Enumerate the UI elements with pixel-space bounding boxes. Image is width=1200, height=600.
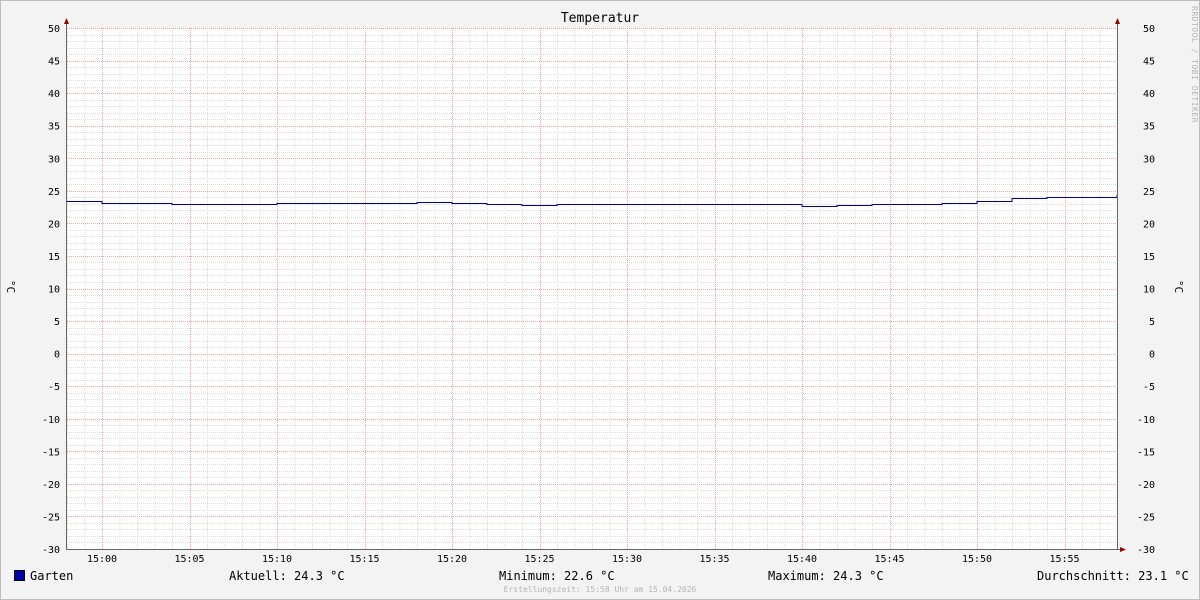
legend-swatch-garten [14, 570, 25, 581]
x-tick-label: 15:35 [699, 554, 729, 565]
y-tick-label-right: -30 [1137, 545, 1155, 556]
y-tick-label-left: -25 [42, 512, 60, 523]
y-axis-label-right: °C [1172, 279, 1186, 294]
legend-average: Durchschnitt: 23.1 °C [1037, 569, 1189, 583]
y-tick-label-right: -5 [1143, 382, 1155, 393]
y-tick-label-left: -30 [42, 545, 60, 556]
legend-series-name: Garten [30, 569, 74, 583]
x-tick-label: 15:05 [174, 554, 204, 565]
series-point [451, 202, 453, 205]
y-tick-label-right: 25 [1143, 187, 1155, 198]
chart-canvas: 50454035302520151050-5-10-15-20-25-30 50… [42, 18, 1155, 565]
series-point [1046, 196, 1048, 199]
series-point [171, 203, 173, 206]
y-tick-label-right: 0 [1149, 350, 1155, 361]
x-tick-label: 15:15 [349, 554, 379, 565]
series-point [381, 202, 383, 205]
y-tick-label-right: 45 [1143, 57, 1155, 68]
y-axis-right-ticks: 50454035302520151050-5-10-15-20-25-30 [1137, 24, 1155, 556]
x-tick-label: 15:45 [874, 554, 904, 565]
y-tick-label-left: -20 [42, 480, 60, 491]
y-tick-label-right: 15 [1143, 252, 1155, 263]
series-point [801, 205, 803, 208]
y-tick-label-right: 5 [1149, 317, 1155, 328]
series-point [976, 200, 978, 203]
y-tick-label-left: 15 [48, 252, 60, 263]
y-tick-label-right: -25 [1137, 512, 1155, 523]
y-tick-label-right: -15 [1137, 447, 1155, 458]
y-tick-label-right: 10 [1143, 285, 1155, 296]
minor-grid [67, 28, 1118, 549]
series-point [486, 203, 488, 206]
y-tick-label-right: 40 [1143, 89, 1155, 100]
y-tick-label-right: -20 [1137, 480, 1155, 491]
x-tick-label: 15:10 [262, 554, 292, 565]
series-point [836, 204, 838, 207]
y-tick-label-left: -15 [42, 447, 60, 458]
series-point [101, 202, 103, 205]
series-point [416, 201, 418, 204]
y-tick-label-left: 5 [54, 317, 60, 328]
y-tick-label-left: 0 [54, 350, 60, 361]
x-tick-label: 15:50 [962, 554, 992, 565]
series-point [1011, 197, 1013, 200]
y-tick-label-left: 30 [48, 154, 60, 165]
y-tick-label-right: 20 [1143, 219, 1155, 230]
y-axis-label-left: °C [4, 279, 18, 294]
y-tick-label-left: 45 [48, 57, 60, 68]
y-tick-label-right: 35 [1143, 122, 1155, 133]
x-tick-label: 15:55 [1049, 554, 1079, 565]
series-point [871, 203, 873, 206]
legend-current: Aktuell: 24.3 °C [229, 569, 345, 583]
legend-minimum: Minimum: 22.6 °C [499, 569, 615, 583]
series-point [941, 202, 943, 205]
legend-maximum: Maximum: 24.3 °C [768, 569, 884, 583]
x-axis-arrow [1120, 547, 1126, 552]
x-tick-label: 15:30 [612, 554, 642, 565]
y-tick-label-left: -5 [48, 382, 60, 393]
y-tick-label-left: 10 [48, 285, 60, 296]
y-tick-label-right: -10 [1137, 415, 1155, 426]
chart-title: Temperatur [560, 11, 640, 26]
x-tick-label: 15:40 [787, 554, 817, 565]
rrdtool-watermark: RRDTOOL / TOBI OETIKER [1190, 6, 1199, 123]
series-point [556, 203, 558, 206]
series-point [521, 204, 523, 207]
x-tick-label: 15:25 [524, 554, 554, 565]
y-tick-label-left: 40 [48, 89, 60, 100]
y-tick-label-left: 25 [48, 187, 60, 198]
y-tick-label-left: -10 [42, 415, 60, 426]
x-tick-label: 15:00 [87, 554, 117, 565]
y-axis-left-ticks: 50454035302520151050-5-10-15-20-25-30 [42, 24, 60, 556]
creation-time: Erstellungszeit: 15:58 Uhr am 15.04.2026 [503, 585, 697, 594]
y-tick-label-left: 20 [48, 219, 60, 230]
x-tick-label: 15:20 [437, 554, 467, 565]
series-point [276, 202, 278, 205]
y-tick-label-left: 35 [48, 122, 60, 133]
x-axis-ticks: 15:00 15:05 15:10 15:15 15:20 15:25 15:30 15:35… [87, 554, 1080, 565]
y-tick-label-right: 30 [1143, 154, 1155, 165]
